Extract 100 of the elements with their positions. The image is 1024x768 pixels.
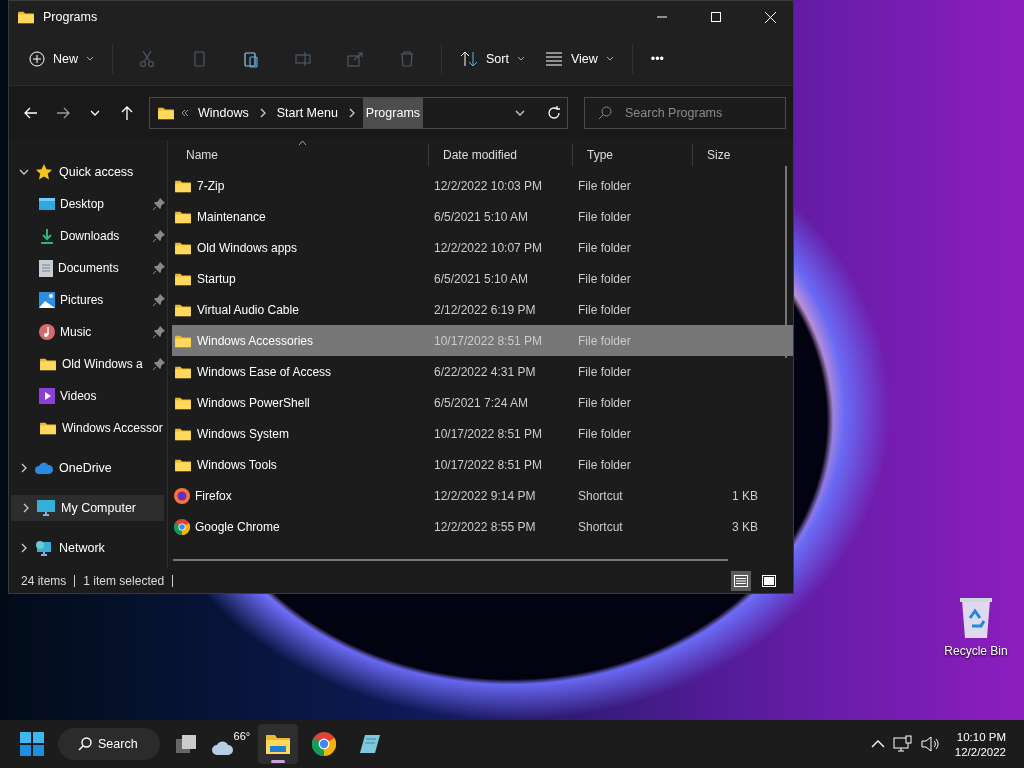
nav-item[interactable]: Windows Accessor [9,412,167,444]
chevron-down-icon [19,167,29,177]
chevron-down-icon [90,110,100,116]
weather-button[interactable]: 66° [211,724,252,764]
chevron-down-icon [515,108,525,118]
file-row[interactable]: Windows Ease of Access 6/22/2022 4:31 PM File folder [172,356,793,387]
sort-button[interactable]: Sort [452,45,533,73]
list-lines-icon [544,52,563,66]
search-field[interactable]: Search Programs [584,97,786,129]
volume-icon[interactable] [920,736,941,752]
column-header[interactable]: Size [692,144,764,166]
pin-icon [153,230,165,242]
caret-icon [605,56,614,62]
nav-item[interactable]: Desktop [9,188,167,220]
file-row[interactable]: Windows Accessories 10/17/2022 8:51 PM File folder [172,325,793,356]
notepad-icon [358,733,381,755]
folder-icon [174,302,192,317]
refresh-icon[interactable] [547,106,561,120]
folder-icon [174,178,192,193]
type-cell-text: File folder [577,178,632,193]
file-row[interactable]: 7-Zip 12/2/2022 10:03 PM File folder [172,170,793,201]
task-view-icon [174,734,197,754]
double-chevron-icon [181,109,189,117]
taskbar-search-button[interactable]: Search [58,728,160,760]
file-row[interactable]: Startup 6/5/2021 5:10 AM File folder [172,263,793,294]
file-name: Startup [197,271,236,286]
type-cell-text: File folder [577,240,632,255]
nav-label: Music [60,325,93,339]
file-row[interactable]: Firefox 12/2/2022 9:14 PM Shortcut 1 KB [172,480,793,511]
address-bar[interactable]: Windows Start Menu Programs [149,97,568,129]
clock[interactable]: 10:10 PM 12/2/2022 [948,730,1012,758]
date-cell-text: 12/2/2022 8:55 PM [433,519,537,534]
chevron-up-icon[interactable] [870,740,885,748]
nav-item[interactable]: Music [9,316,167,348]
forward-arrow-icon [56,107,70,119]
recycle-bin-icon[interactable] [958,596,994,638]
file-name: Maintenance [197,209,266,224]
file-row[interactable]: Old Windows apps 12/2/2022 10:07 PM File folder [172,232,793,263]
file-row[interactable]: Google Chrome 12/2/2022 8:55 PM Shortcut 3 KB [172,511,793,542]
rename-icon [294,50,312,68]
column-header[interactable]: Name [172,144,428,166]
horizontal-scrollbar[interactable] [173,559,728,561]
breadcrumb[interactable]: Windows [195,98,252,128]
selection-count: 1 item selected [83,574,165,588]
trash-icon [398,50,416,68]
view-button[interactable]: View [536,46,622,72]
file-explorer-button[interactable] [257,724,298,764]
date-cell-text: 10/17/2022 8:51 PM [433,457,544,472]
nav-label: OneDrive [59,461,113,475]
column-header[interactable]: Type [572,144,692,166]
nav-item[interactable]: Videos [9,380,167,412]
type-cell-text: File folder [577,364,632,379]
nav-item[interactable]: My Computer [11,495,164,521]
nav-label: Documents [58,261,120,275]
network-icon[interactable] [892,735,913,753]
pin-icon [153,198,165,210]
column-header[interactable]: Date modified [428,144,572,166]
vertical-scrollbar[interactable] [785,166,787,358]
tiles-view-icon [762,575,776,587]
file-name: Windows PowerShell [197,395,310,410]
maximize-icon [711,12,721,22]
new-button[interactable]: New [21,45,102,73]
type-cell-text: Shortcut [577,519,624,534]
type-cell-text: File folder [577,426,632,441]
download-icon [39,228,55,244]
folder-icon [174,395,192,410]
file-name: Windows System [197,426,290,441]
breadcrumb[interactable]: Start Menu [273,98,341,128]
file-row[interactable]: Windows PowerShell 6/5/2021 7:24 AM File folder [172,387,793,418]
share-arrow-icon [346,50,364,68]
nav-item[interactable]: OneDrive [9,452,167,484]
pin-icon [153,294,165,306]
date-cell-text: 10/17/2022 8:51 PM [433,333,544,348]
type-cell-text: File folder [577,333,632,348]
cloud-icon [211,738,234,756]
folder-icon [39,421,57,435]
details-view-button[interactable] [731,571,751,591]
file-row[interactable]: Windows System 10/17/2022 8:51 PM File folder [172,418,793,449]
nav-item[interactable]: Documents [9,252,167,284]
search-icon [598,106,612,120]
nav-item[interactable]: Quick access [9,156,167,188]
file-row[interactable]: Windows Tools 10/17/2022 8:51 PM File folder [172,449,793,480]
cloud-icon [35,462,53,474]
pin-icon [153,358,165,370]
file-row[interactable]: Maintenance 6/5/2021 5:10 AM File folder [172,201,793,232]
breadcrumb[interactable]: Programs [362,98,424,128]
file-row[interactable]: Virtual Audio Cable 2/12/2022 6:19 PM File folder [172,294,793,325]
back-arrow-icon [24,107,38,119]
nav-item[interactable]: Pictures [9,284,167,316]
date-cell-text: 6/5/2021 5:10 AM [433,209,530,224]
nav-item[interactable]: Downloads [9,220,167,252]
search-icon [78,737,92,751]
file-name: Windows Ease of Access [197,364,332,379]
nav-label: Quick access [59,165,135,179]
pin-icon [153,326,165,338]
folder-icon [174,240,192,255]
more-options-button[interactable]: ••• [642,46,672,72]
type-cell-text: File folder [577,395,632,410]
nav-item[interactable]: Old Windows a [9,348,167,380]
nav-item[interactable]: Network [9,532,167,564]
